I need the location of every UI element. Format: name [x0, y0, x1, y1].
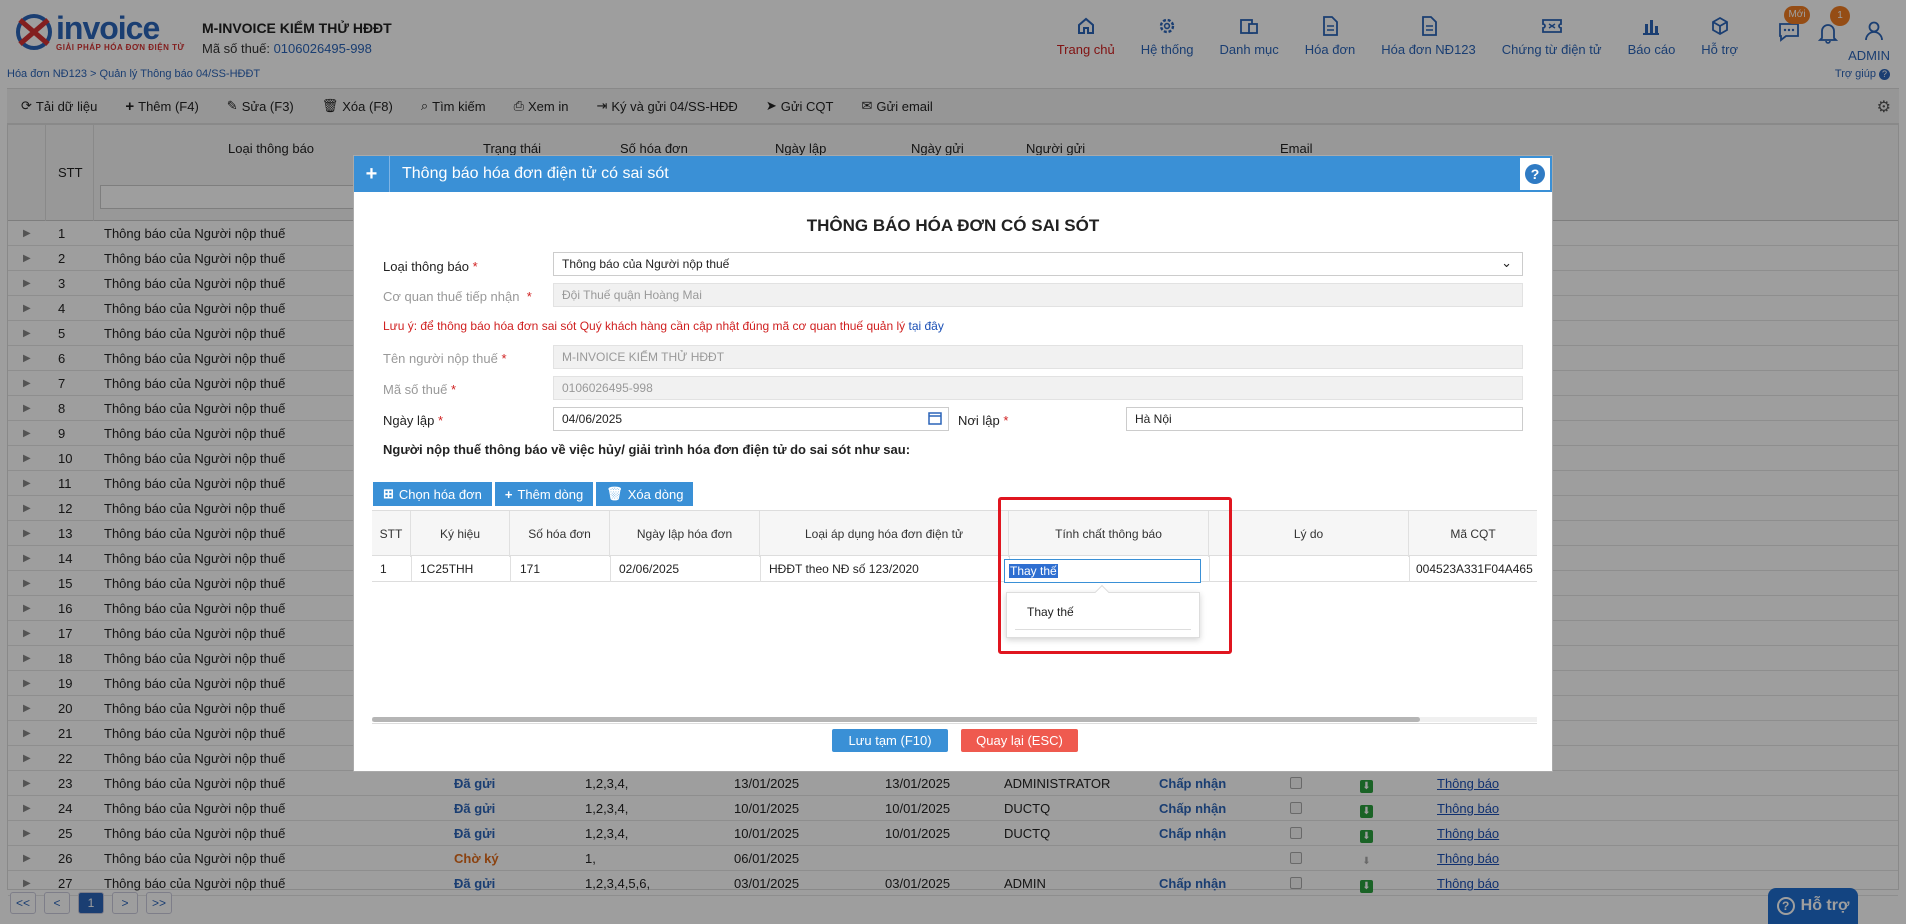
row-cqt[interactable]: 004523A331F04A465: [1416, 562, 1536, 576]
dialog-header: + Thông báo hóa đơn điện tử có sai sót ?: [354, 156, 1552, 192]
highlight-box: [998, 497, 1232, 654]
required-mark: *: [450, 382, 457, 397]
date-label-text: Ngày lập: [383, 413, 435, 428]
required-mark: *: [1003, 413, 1009, 428]
tax-office-label: Cơ quan thuế tiếp nhận *: [383, 289, 532, 304]
plus-icon: +: [504, 486, 513, 502]
required-mark: *: [526, 289, 532, 304]
add-row-label: Thêm dòng: [517, 486, 584, 502]
row-actions: ⊞ Chọn hóa đơn + Thêm dòng 🗑 Xóa dòng: [373, 482, 696, 506]
section-title: Người nộp thuế thông báo về việc hủy/ gi…: [383, 442, 911, 457]
date-value: 04/06/2025: [562, 412, 623, 426]
update-link[interactable]: tại đây: [908, 319, 943, 333]
choose-invoice-label: Chọn hóa đơn: [398, 486, 482, 502]
taxpayer-label: Tên người nộp thuế *: [383, 351, 507, 366]
required-mark: *: [472, 259, 478, 274]
place-label: Nơi lập *: [958, 413, 1008, 428]
back-button[interactable]: Quay lại (ESC): [961, 729, 1078, 752]
trash-icon: 🗑: [606, 486, 623, 501]
dt-col-cqt: Mã CQT: [1450, 527, 1496, 541]
row-number[interactable]: 171: [520, 562, 540, 576]
type-select[interactable]: Thông báo của Người nộp thuế ⌄: [553, 252, 1523, 276]
dt-col-type: Loại áp dụng hóa đơn điện tử: [760, 511, 1009, 557]
dialog-title: Thông báo hóa đơn điện tử có sai sót: [402, 165, 669, 182]
taxpayer-label-text: Tên người nộp thuế: [383, 351, 498, 366]
tax-office-label-text: Cơ quan thuế tiếp nhận: [383, 289, 520, 304]
error-notification-dialog: + Thông báo hóa đơn điện tử có sai sót ?…: [353, 155, 1553, 772]
calendar-icon[interactable]: [928, 411, 942, 428]
row-date[interactable]: 02/06/2025: [619, 562, 679, 576]
row-type[interactable]: HĐĐT theo NĐ số 123/2020: [769, 562, 919, 576]
date-picker[interactable]: 04/06/2025: [553, 407, 949, 431]
detail-row[interactable]: 1 1C25THH 171 02/06/2025 HĐĐT theo NĐ số…: [372, 556, 1537, 582]
row-stt: 1: [380, 562, 387, 576]
help-button[interactable]: ?: [1518, 156, 1552, 192]
scrollbar-thumb[interactable]: [372, 717, 1420, 722]
taxpayer-field: M-INVOICE KIỂM THỬ HĐĐT: [553, 345, 1523, 369]
dt-col-symbol: Ký hiệu: [411, 511, 510, 557]
required-mark: *: [437, 413, 443, 428]
save-draft-button[interactable]: Lưu tạm (F10): [832, 729, 948, 752]
type-label: Loại thông báo *: [383, 259, 478, 274]
type-label-text: Loại thông báo: [383, 259, 470, 274]
choose-invoice-button[interactable]: ⊞ Chọn hóa đơn: [373, 482, 492, 506]
dt-col-reason: Lý do: [1209, 511, 1409, 557]
invoice-detail-table: STT Ký hiệu Số hóa đơn Ngày lập hóa đơn …: [372, 510, 1537, 638]
question-icon: ?: [1525, 164, 1545, 184]
add-row-button[interactable]: + Thêm dòng: [494, 482, 594, 506]
type-select-value: Thông báo của Người nộp thuế: [562, 257, 730, 271]
row-symbol[interactable]: 1C25THH: [420, 562, 473, 576]
horizontal-scrollbar[interactable]: [372, 717, 1537, 722]
delete-row-label: Xóa dòng: [627, 486, 684, 502]
detail-table-header: STT Ký hiệu Số hóa đơn Ngày lập hóa đơn …: [372, 510, 1537, 557]
form-heading: THÔNG BÁO HÓA ĐƠN CÓ SAI SÓT: [806, 216, 1100, 235]
delete-row-button[interactable]: 🗑 Xóa dòng: [596, 482, 694, 506]
plus-icon: +: [354, 156, 390, 192]
tax-office-note: Lưu ý: để thông báo hóa đơn sai sót Quý …: [383, 319, 944, 333]
date-label: Ngày lập *: [383, 413, 443, 428]
tax-code-label-text: Mã số thuế: [383, 382, 448, 397]
footer-divider: [372, 723, 1537, 724]
plus-square-icon: ⊞: [383, 486, 394, 501]
tax-office-field: Đội Thuế quận Hoàng Mai: [553, 283, 1523, 307]
required-mark: *: [501, 351, 507, 366]
tax-code-label: Mã số thuế *: [383, 382, 456, 397]
dt-col-stt: STT: [372, 511, 411, 557]
place-field[interactable]: Hà Nội: [1126, 407, 1523, 431]
tax-code-field: 0106026495-998: [553, 376, 1523, 400]
note-text: Lưu ý: để thông báo hóa đơn sai sót Quý …: [383, 319, 906, 333]
dt-col-number: Số hóa đơn: [510, 511, 610, 557]
chevron-down-icon: ⌄: [1501, 255, 1512, 270]
dt-col-date: Ngày lập hóa đơn: [610, 511, 760, 557]
place-label-text: Nơi lập: [958, 413, 1000, 428]
